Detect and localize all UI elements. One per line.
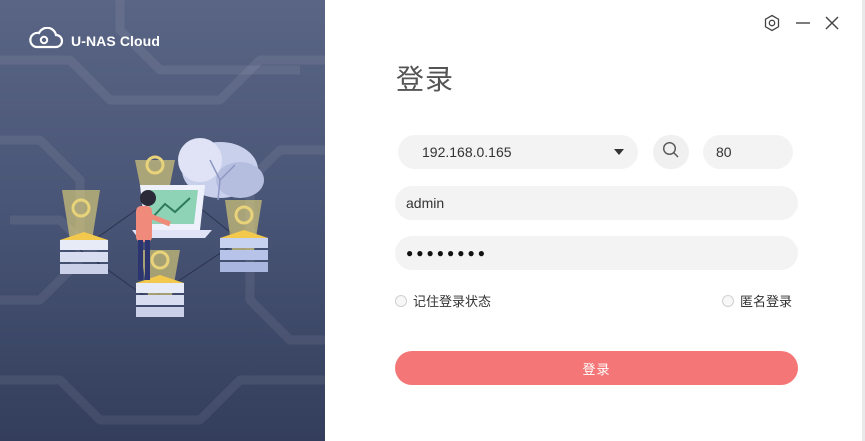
anonymous-label: 匿名登录 <box>740 295 793 310</box>
radio-circle-icon[interactable] <box>395 294 407 307</box>
anonymous-login-checkbox[interactable]: 匿名登录 <box>722 291 792 310</box>
cloud-logo-icon <box>27 26 65 54</box>
login-panel: 登录 192.168.0.165 80 admin ●●●●●●●● 记住登录状… <box>325 0 865 441</box>
login-window: U-NAS Cloud 登录 192.168.0.165 80 admin ●●… <box>0 0 865 441</box>
remember-login-checkbox[interactable]: 记住登录状态 <box>395 291 491 310</box>
port-value: 80 <box>716 144 732 160</box>
password-input[interactable]: ●●●●●●●● <box>395 236 798 270</box>
host-select[interactable]: 192.168.0.165 <box>398 135 638 169</box>
brand: U-NAS Cloud <box>27 26 160 54</box>
search-server-button[interactable] <box>653 135 689 169</box>
minimize-icon[interactable] <box>792 12 814 34</box>
brand-name: U-NAS Cloud <box>71 32 160 49</box>
close-icon[interactable] <box>821 12 843 34</box>
chevron-down-icon[interactable] <box>614 149 624 155</box>
username-input[interactable]: admin <box>395 186 798 220</box>
password-value: ●●●●●●●● <box>406 246 488 260</box>
login-title: 登录 <box>396 63 455 96</box>
username-value: admin <box>406 195 445 211</box>
login-button[interactable]: 登录 <box>395 351 798 385</box>
hexagon-settings-icon[interactable] <box>761 12 783 34</box>
host-value: 192.168.0.165 <box>422 144 512 160</box>
port-input[interactable]: 80 <box>703 135 793 169</box>
nas-network-illustration <box>60 138 268 317</box>
radio-circle-icon[interactable] <box>722 294 734 307</box>
hero-panel: U-NAS Cloud <box>0 0 325 441</box>
search-icon <box>662 141 680 164</box>
remember-label: 记住登录状态 <box>413 295 492 310</box>
